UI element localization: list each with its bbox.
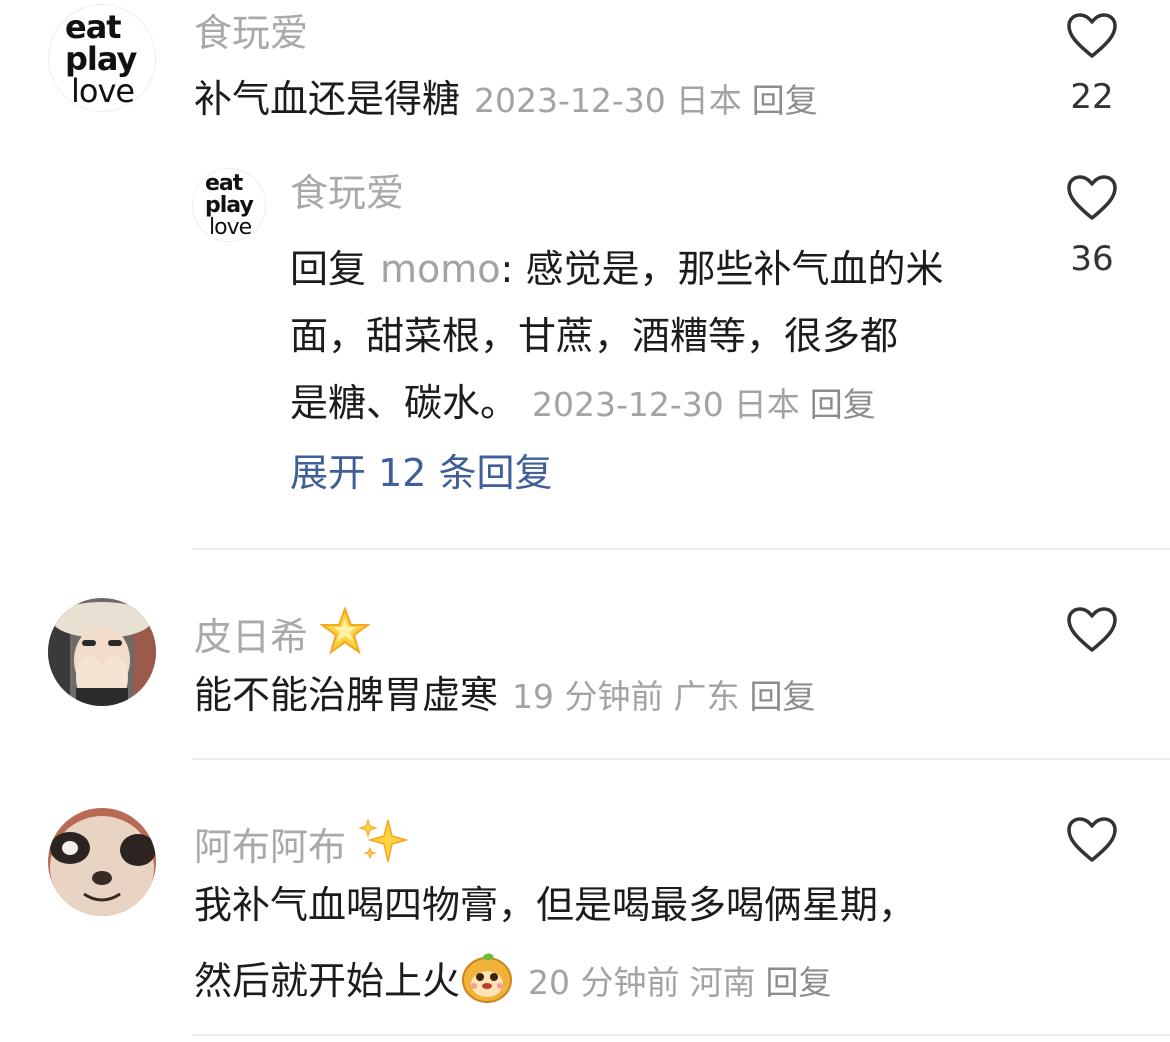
- avatar-photo-illustration: [48, 598, 156, 706]
- reply-line: 面，甜菜根，甘蔗，酒糟等，很多都: [290, 314, 899, 358]
- like-count: 36: [1070, 239, 1114, 279]
- avatar-user-photo[interactable]: [48, 808, 156, 916]
- username-text: 阿布阿布: [194, 825, 347, 869]
- heart-outline-icon[interactable]: [1066, 816, 1118, 864]
- reply-button[interactable]: 回复: [766, 963, 832, 1002]
- star-emoji-icon: [320, 606, 371, 655]
- comment-time: 20 分钟前: [528, 963, 680, 1002]
- reply-location: 日本: [733, 385, 800, 424]
- comment-meta: 20 分钟前 河南 回复: [528, 963, 841, 1002]
- avatar-eat-play-love[interactable]: eat play love: [192, 168, 266, 242]
- comment-location: 河南: [689, 963, 756, 1002]
- avatar-logo-text: play: [65, 40, 137, 78]
- comment-text: 能不能治脾胃虚寒 19 分钟前 广东 回复: [194, 676, 826, 714]
- avatar-photo-illustration: [48, 808, 156, 916]
- divider: [192, 758, 1170, 760]
- reply-username[interactable]: 食玩爱: [290, 174, 404, 212]
- comment-username[interactable]: 食玩爱: [194, 14, 308, 52]
- reply-button[interactable]: 回复: [750, 677, 816, 716]
- divider: [192, 1034, 1170, 1036]
- reply-text: 回复 momo: 感觉是，那些补气血的米 面，甜菜根，甘蔗，酒糟等，很多都 是糖、…: [290, 236, 1050, 438]
- comment-time: 2023-12-30: [474, 81, 666, 120]
- expand-replies-link[interactable]: 展开 12 条回复: [290, 454, 553, 492]
- avatar-logo-text: play: [205, 193, 254, 218]
- avatar-logo-text: eat: [205, 171, 243, 196]
- comment-body: 补气血还是得糖: [194, 77, 461, 121]
- avatar-user-photo[interactable]: [48, 598, 156, 706]
- reply-line: 是糖、碳水。 2023-12-30 日本 回复: [290, 370, 1050, 438]
- comment-meta: 2023-12-30 日本 回复: [474, 81, 828, 120]
- mention-link[interactable]: momo: [380, 247, 501, 291]
- heart-outline-icon[interactable]: [1066, 12, 1118, 60]
- divider: [192, 548, 1170, 550]
- comment-username[interactable]: 阿布阿布: [194, 816, 409, 869]
- heart-outline-icon[interactable]: [1066, 174, 1118, 222]
- heart-outline-icon[interactable]: [1066, 606, 1118, 654]
- comment-location: 日本: [675, 81, 742, 120]
- comment-location: 广东: [673, 677, 740, 716]
- comment-text: 补气血还是得糖 2023-12-30 日本 回复: [194, 80, 828, 118]
- reply-button[interactable]: 回复: [752, 81, 818, 120]
- avatar-logo-text: love: [71, 72, 135, 110]
- reply-time: 2023-12-30: [532, 385, 724, 424]
- comment-body: 能不能治脾胃虚寒: [194, 673, 499, 717]
- comment-username[interactable]: 皮日希: [194, 606, 371, 659]
- comment-body: 然后就开始上火: [194, 959, 461, 1003]
- reply-body: 感觉是，那些补气血的米: [525, 247, 944, 291]
- comment-text-line: 我补气血喝四物膏，但是喝最多喝俩星期，: [194, 883, 917, 927]
- reply-prefix: 回复: [290, 247, 367, 291]
- avatar-eat-play-love[interactable]: eat play love: [48, 4, 156, 112]
- sparkles-emoji-icon: [358, 818, 409, 863]
- monkey-face-emoji-icon: [462, 953, 513, 1003]
- avatar-logo-text: eat: [65, 8, 122, 46]
- reply-meta: 2023-12-30 日本 回复: [532, 385, 886, 424]
- username-text: 皮日希: [194, 615, 309, 659]
- like-count: 22: [1070, 77, 1114, 117]
- reply-body: 是糖、碳水。: [290, 381, 519, 425]
- avatar-logo-text: love: [209, 215, 252, 240]
- reply-line: 回复 momo: 感觉是，那些补气血的米: [290, 236, 1050, 303]
- comment-time: 19 分钟前: [512, 677, 664, 716]
- comment-text: 然后就开始上火 20 分钟前 河南 回复: [194, 950, 842, 1004]
- mention-colon: :: [500, 247, 526, 291]
- reply-button[interactable]: 回复: [810, 385, 876, 424]
- comment-meta: 19 分钟前 广东 回复: [512, 677, 825, 716]
